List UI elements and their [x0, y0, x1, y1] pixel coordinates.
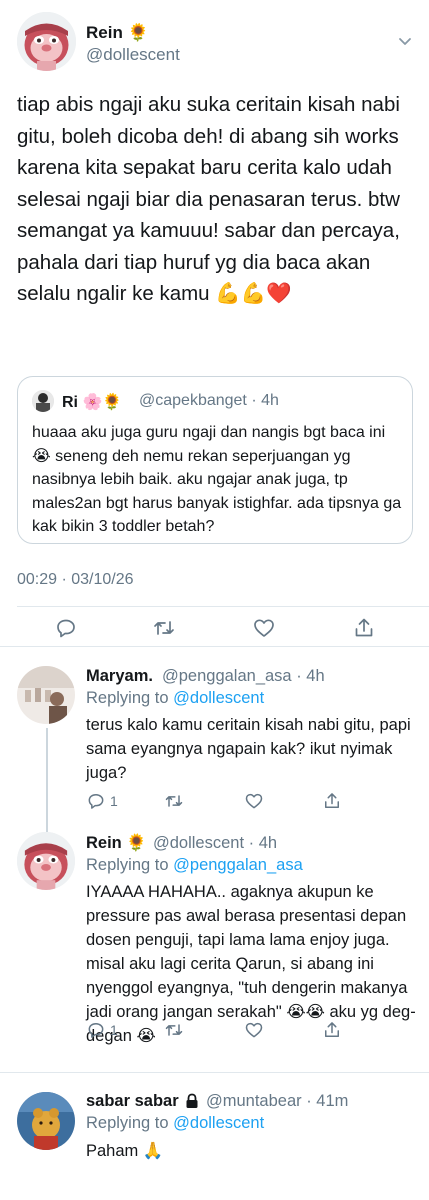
- author-name[interactable]: Rein 🌻: [86, 23, 149, 43]
- action-bar: [0, 612, 429, 644]
- reply-icon[interactable]: [52, 616, 80, 640]
- reply-text: Paham 🙏: [86, 1142, 164, 1160]
- thread-line: [46, 728, 48, 822]
- action-bar: 1: [86, 790, 386, 812]
- divider: [17, 606, 429, 607]
- mention-link[interactable]: @penggalan_asa: [173, 856, 303, 874]
- tweet-text: tiap abis ngaji aku suka ceritain kisah …: [17, 93, 400, 305]
- mention-link[interactable]: @dollescent: [173, 689, 264, 707]
- quoted-tweet[interactable]: Ri 🌸🌻 @capekbanget · 4h huaaa aku juga g…: [17, 376, 413, 544]
- tweet-timestamp[interactable]: 00:29 · 03/10/26: [17, 571, 134, 589]
- quoted-text: huaaa aku juga guru ngaji dan nangis bgt…: [32, 424, 402, 535]
- reply-tweet[interactable]: Rein 🌻 @dollescent · 4h Replying to @pen…: [0, 822, 429, 1072]
- avatar-image: [17, 1092, 75, 1150]
- chevron-down-icon[interactable]: [397, 33, 417, 53]
- avatar[interactable]: [17, 12, 76, 71]
- share-icon[interactable]: [350, 616, 378, 640]
- quoted-author-name: Ri 🌸🌻: [62, 394, 123, 411]
- reply-tweet[interactable]: Maryam. @penggalan_asa · 4h Replying to …: [0, 647, 429, 822]
- thread-line: [46, 822, 48, 832]
- like-icon[interactable]: [250, 616, 278, 640]
- reply-button[interactable]: 1: [86, 1019, 118, 1041]
- replying-to: Replying to @dollescent: [86, 1114, 264, 1133]
- action-bar: 1: [86, 1019, 386, 1041]
- retweet-icon[interactable]: [150, 616, 178, 640]
- reply-count: 1: [110, 793, 118, 809]
- reply-icon: [88, 794, 104, 809]
- share-icon[interactable]: [322, 790, 342, 812]
- avatar[interactable]: [17, 666, 75, 724]
- author-handle[interactable]: @dollescent · 4h: [153, 834, 277, 853]
- author-handle[interactable]: @dollescent: [86, 45, 180, 65]
- author-name[interactable]: Maryam.: [86, 667, 153, 686]
- like-icon[interactable]: [244, 790, 264, 812]
- reply-count: 1: [110, 1022, 118, 1038]
- quoted-author-handle: @capekbanget · 4h: [139, 392, 279, 409]
- reply-icon: [88, 1023, 104, 1038]
- reply-button[interactable]: 1: [86, 790, 118, 812]
- replying-to-prefix: Replying to: [86, 1114, 174, 1132]
- like-icon[interactable]: [244, 1019, 264, 1041]
- replying-to-prefix: Replying to: [86, 689, 174, 707]
- reply-text: terus kalo kamu ceritain kisah nabi gitu…: [86, 716, 411, 782]
- avatar-image: [17, 832, 75, 890]
- author-handle[interactable]: @penggalan_asa · 4h: [162, 667, 325, 686]
- avatar[interactable]: [17, 832, 75, 890]
- avatar-image: [17, 12, 76, 71]
- author-name[interactable]: sabar sabar: [86, 1092, 179, 1111]
- replying-to: Replying to @penggalan_asa: [86, 856, 303, 875]
- author-name[interactable]: Rein 🌻: [86, 834, 147, 853]
- replying-to: Replying to @dollescent: [86, 689, 264, 708]
- avatar[interactable]: [17, 1092, 75, 1150]
- lock-icon: [185, 1093, 199, 1114]
- retweet-icon[interactable]: [164, 790, 184, 812]
- main-tweet: Rein 🌻 @dollescent tiap abis ngaji aku s…: [0, 0, 429, 645]
- mention-link[interactable]: @dollescent: [173, 1114, 264, 1132]
- avatar-image: [17, 666, 75, 724]
- share-icon[interactable]: [322, 1019, 342, 1041]
- retweet-icon[interactable]: [164, 1019, 184, 1041]
- quoted-avatar: [32, 390, 54, 412]
- reply-tweet[interactable]: sabar sabar @muntabear · 41m Replying to…: [0, 1073, 429, 1200]
- author-handle[interactable]: @muntabear · 41m: [206, 1092, 348, 1111]
- replying-to-prefix: Replying to: [86, 856, 174, 874]
